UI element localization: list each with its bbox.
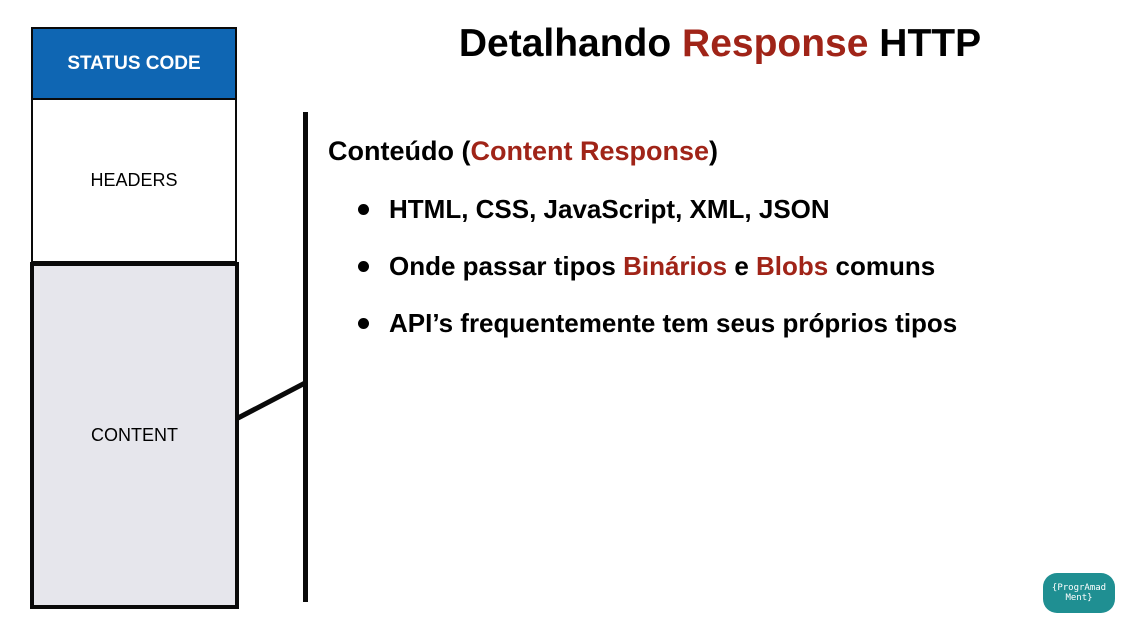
status-code-label: STATUS CODE [67,52,201,74]
logo-line1: {ProgrAmad [1051,583,1107,593]
logo-line2: Ment} [1065,593,1093,603]
bullet-dot-icon [358,261,369,272]
title-part1: Detalhando [458,22,683,65]
bullet-list: HTML, CSS, JavaScript, XML, JSON Onde pa… [358,188,957,359]
bullet-item: Onde passar tipos Binários e Blobs comun… [358,245,957,302]
content-box: CONTENT [30,262,239,609]
bullet-item: HTML, CSS, JavaScript, XML, JSON [358,188,957,245]
status-code-box: STATUS CODE [31,27,237,100]
bullet-item: API’s frequentemente tem seus próprios t… [358,302,957,359]
subheading-highlight: Content Response [470,136,709,166]
bracket-line [303,112,308,602]
bullet-dot-icon [358,204,369,215]
headers-label: HEADERS [90,170,178,190]
title-part2: HTTP [868,22,982,65]
bullet-text-part2: comuns [828,251,936,281]
page-title: Detalhando Response HTTP [380,22,1060,66]
subheading-part1: Conteúdo ( [328,136,471,166]
section-subheading: Conteúdo (Content Response) [328,136,718,167]
bullet-text-part1: Onde passar tipos [389,251,624,281]
bullet-highlight-binarios: Binários [623,251,728,281]
bullet-text: API’s frequentemente tem seus próprios t… [389,308,958,338]
bullet-text: HTML, CSS, JavaScript, XML, JSON [389,194,830,224]
headers-box: HEADERS [31,100,237,263]
content-label: CONTENT [91,425,178,445]
brand-logo: {ProgrAmad Ment} [1043,573,1115,613]
bullet-dot-icon [358,318,369,329]
subheading-part2: ) [709,136,718,166]
bullet-text-mid: e [727,251,757,281]
bullet-highlight-blobs: Blobs [756,251,829,281]
title-highlight: Response [682,22,869,65]
